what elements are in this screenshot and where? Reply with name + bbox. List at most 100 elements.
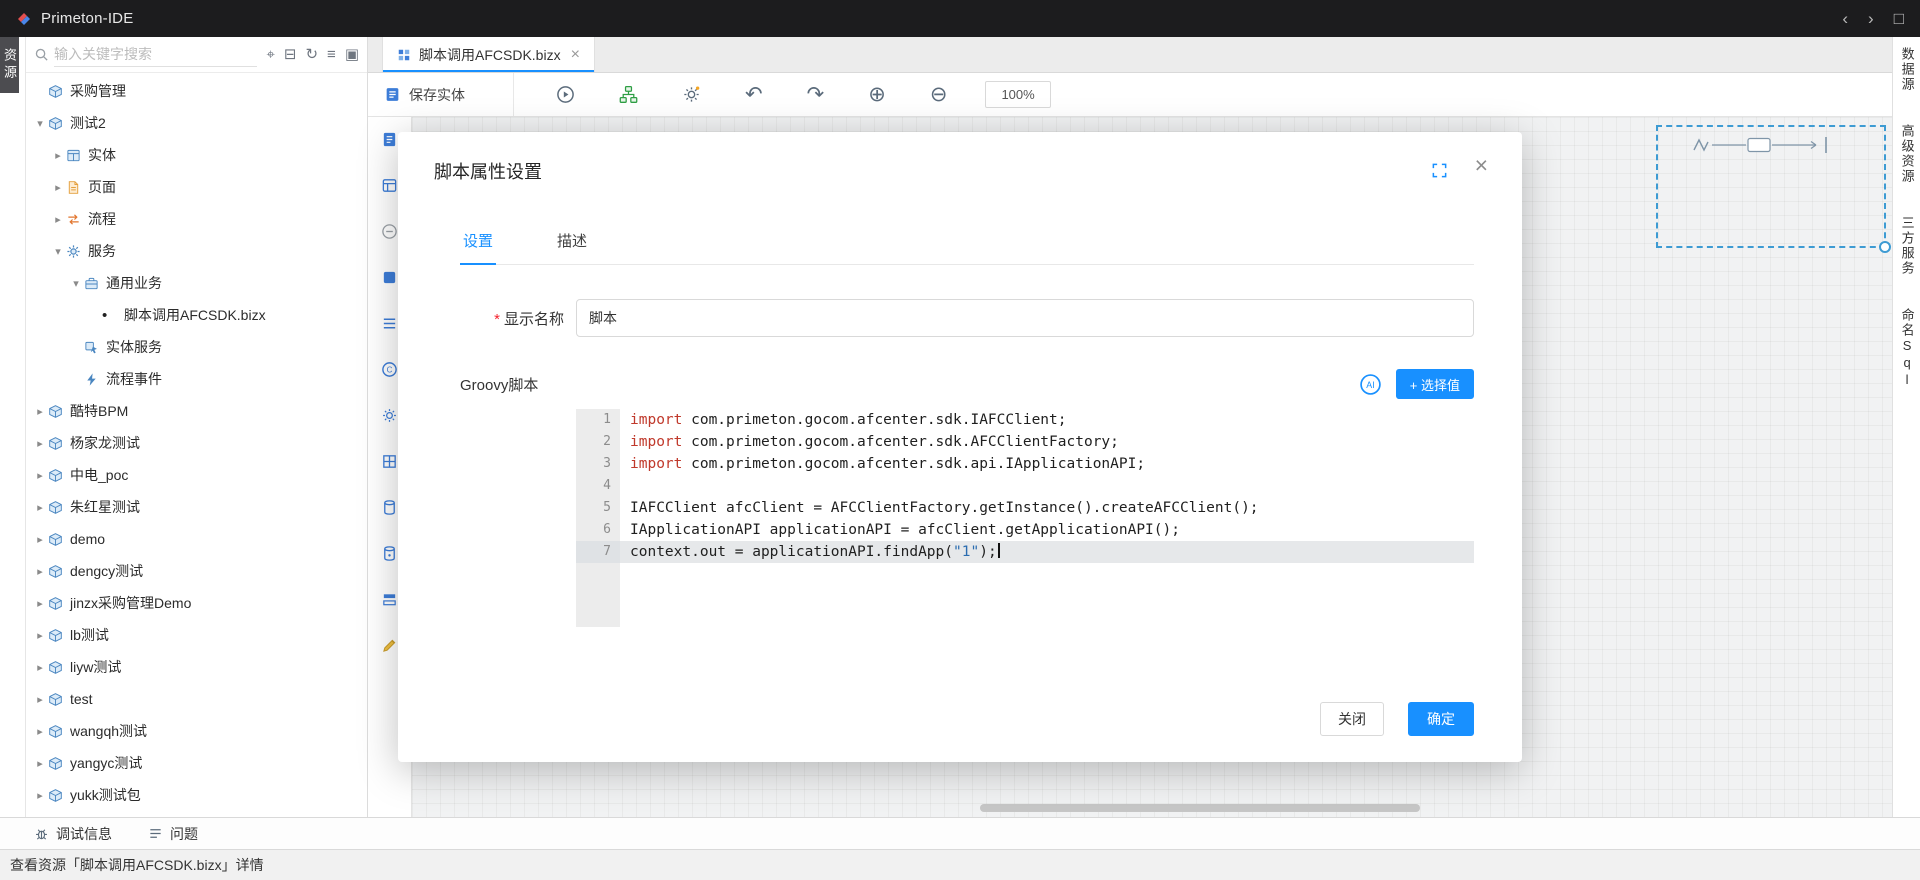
datasource-icon[interactable] [381,499,398,516]
tree-item[interactable]: ▸yangyc测试 [26,747,367,779]
right-panel-tab[interactable]: 三方服务 [1898,216,1914,276]
window-layout-icon[interactable]: □ [1894,10,1904,27]
tree-item[interactable]: ▸dengcy测试 [26,555,367,587]
zoom-out-icon[interactable]: ⊖ [930,84,948,105]
right-panel-tab[interactable]: 命名Sql [1898,308,1914,389]
tree-collapsed-arrow-icon[interactable]: ▸ [32,757,48,770]
canvas-selection[interactable] [1656,125,1886,248]
rows-icon[interactable] [381,591,398,608]
tree-collapsed-arrow-icon[interactable]: ▸ [32,661,48,674]
tree-item[interactable]: ▸jinzx采购管理Demo [26,587,367,619]
tree-collapsed-arrow-icon[interactable]: ▸ [32,405,48,418]
tree-collapsed-arrow-icon[interactable]: ▸ [32,789,48,802]
horizontal-scrollbar[interactable] [980,804,1420,812]
refresh-icon[interactable]: ↻ [305,47,318,62]
tree-item[interactable]: ▸demo [26,523,367,555]
tree-collapsed-arrow-icon[interactable]: ▸ [32,501,48,514]
collapse-circle-icon[interactable] [381,223,398,240]
form-icon[interactable] [381,177,398,194]
edit-pencil-icon[interactable] [381,637,398,654]
open-views-icon[interactable]: ▣ [345,47,359,62]
nav-forward-icon[interactable]: › [1868,10,1874,27]
close-button[interactable]: 关闭 [1320,702,1384,736]
code-line[interactable]: 6IApplicationAPI applicationAPI = afcCli… [576,519,1474,541]
tree-item[interactable]: ▸朱红星测试 [26,491,367,523]
zoom-in-icon[interactable]: ⊕ [868,84,886,105]
tree-collapsed-arrow-icon[interactable]: ▸ [32,725,48,738]
redo-icon[interactable]: ↷ [807,84,825,105]
tree-expanded-arrow-icon[interactable]: ▾ [68,277,84,290]
tree-collapsed-arrow-icon[interactable]: ▸ [50,181,66,194]
sort-icon[interactable]: ≡ [327,47,336,62]
tree-collapsed-arrow-icon[interactable]: ▸ [32,693,48,706]
ai-assist-icon[interactable]: AI [1359,373,1382,396]
block-icon[interactable] [381,269,398,286]
tree-collapsed-arrow-icon[interactable]: ▸ [32,469,48,482]
modal-tab[interactable]: 描述 [554,230,590,264]
tree-item[interactable]: ▸杨家龙测试 [26,427,367,459]
tree-item[interactable]: 实体服务 [26,331,367,363]
tree-item[interactable]: ▸酷特BPM [26,395,367,427]
tree-item[interactable]: 流程事件 [26,363,367,395]
bottom-tab[interactable]: 调试信息 [34,824,112,844]
rail-tab-resources[interactable]: 资源 [0,37,19,93]
component-icon[interactable]: C [381,361,398,378]
deploy-tree-icon[interactable] [619,85,638,104]
tree-expanded-arrow-icon[interactable]: ▾ [32,117,48,130]
tree-item[interactable]: ▸实体 [26,139,367,171]
datasource2-icon[interactable] [381,545,398,562]
ai-generate-icon[interactable] [682,85,701,104]
right-panel-tab[interactable]: 数据源 [1898,47,1914,92]
selection-resize-handle[interactable] [1879,241,1891,253]
nav-back-icon[interactable]: ‹ [1842,10,1848,27]
tree-item[interactable]: ▸lb测试 [26,619,367,651]
editor-tab-active[interactable]: 脚本调用AFCSDK.bizx × [382,37,595,72]
display-name-input[interactable] [576,299,1474,337]
undo-icon[interactable]: ↶ [745,84,763,105]
code-line[interactable]: 3import com.primeton.gocom.afcenter.sdk.… [576,453,1474,475]
tree-collapsed-arrow-icon[interactable]: ▸ [50,213,66,226]
tree-item[interactable]: ▸页面 [26,171,367,203]
code-line[interactable]: 5IAFCClient afcClient = AFCClientFactory… [576,497,1474,519]
tree-item[interactable]: ▾服务 [26,235,367,267]
code-line[interactable]: 1import com.primeton.gocom.afcenter.sdk.… [576,409,1474,431]
save-entity-button[interactable]: 保存实体 [368,73,514,116]
select-value-button[interactable]: + 选择值 [1396,369,1474,399]
code-line[interactable]: 7context.out = applicationAPI.findApp("1… [576,541,1474,563]
entity-doc-icon[interactable] [381,131,398,148]
code-editor[interactable]: 1import com.primeton.gocom.afcenter.sdk.… [576,409,1474,627]
zoom-level-selector[interactable]: 100% [985,81,1050,108]
tree-collapsed-arrow-icon[interactable]: ▸ [50,149,66,162]
tree-collapsed-arrow-icon[interactable]: ▸ [32,597,48,610]
tree-collapsed-arrow-icon[interactable]: ▸ [32,533,48,546]
tree-item[interactable]: ▸流程 [26,203,367,235]
run-debug-icon[interactable] [556,85,575,104]
tree-collapsed-arrow-icon[interactable]: ▸ [32,437,48,450]
tree-item[interactable]: ▾通用业务 [26,267,367,299]
search-input[interactable] [54,43,257,67]
tree-item[interactable]: ▸test [26,683,367,715]
list-icon[interactable] [381,315,398,332]
modal-tab[interactable]: 设置 [460,230,496,265]
tree-item[interactable]: •脚本调用AFCSDK.bizx [26,299,367,331]
tree-collapsed-arrow-icon[interactable]: ▸ [32,629,48,642]
fullscreen-icon[interactable] [1431,162,1448,179]
code-line[interactable]: 2import com.primeton.gocom.afcenter.sdk.… [576,431,1474,453]
tree-item[interactable]: ▾测试2 [26,107,367,139]
bottom-tab[interactable]: 问题 [148,824,198,844]
tree-item[interactable]: ▸中电_poc [26,459,367,491]
tree-expanded-arrow-icon[interactable]: ▾ [50,245,66,258]
tree-collapsed-arrow-icon[interactable]: ▸ [32,565,48,578]
service-gear-icon[interactable] [381,407,398,424]
code-line[interactable]: 4 [576,475,1474,497]
tree-item[interactable]: ▸liyw测试 [26,651,367,683]
tree-item[interactable]: ▸wangqh测试 [26,715,367,747]
right-panel-tab[interactable]: 高级资源 [1898,124,1914,184]
tree-item[interactable]: 采购管理 [26,75,367,107]
ok-button[interactable]: 确定 [1408,702,1474,736]
grid-icon[interactable] [381,453,398,470]
tab-close-icon[interactable]: × [571,47,580,63]
dialog-close-icon[interactable]: × [1475,154,1488,177]
collapse-all-icon[interactable]: ⊟ [284,47,297,62]
tree-item[interactable]: ▸yukk测试包 [26,779,367,811]
